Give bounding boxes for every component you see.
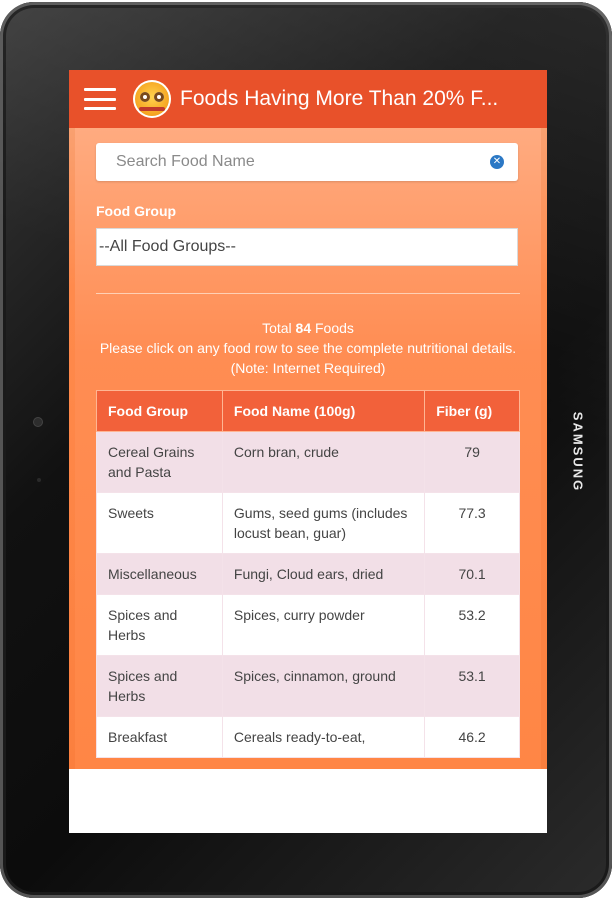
page-title: Foods Having More Than 20% F...: [180, 87, 499, 110]
total-count: 84: [295, 320, 312, 336]
cell-food-name: Spices, curry powder: [221, 594, 426, 656]
cell-food-name: Gums, seed gums (includes locust bean, g…: [221, 492, 426, 554]
content-panel: ✕ Food Group --All Food Groups-- Total 8…: [75, 128, 541, 769]
header-food-name[interactable]: Food Name (100g): [221, 390, 426, 432]
clear-search-icon[interactable]: ✕: [490, 155, 504, 169]
cell-food-name: Spices, cinnamon, ground: [221, 655, 426, 717]
cell-food-name: Corn bran, crude: [221, 431, 426, 493]
foods-table: Food Group Food Name (100g) Fiber (g) Ce…: [96, 390, 520, 758]
table-header-row: Food Group Food Name (100g) Fiber (g): [96, 390, 520, 432]
cell-food-group: Breakfast: [96, 716, 223, 758]
cell-food-group: Cereal Grains and Pasta: [96, 431, 223, 493]
table-row[interactable]: Spices and Herbs Spices, cinnamon, groun…: [96, 655, 520, 717]
food-group-label: Food Group: [96, 203, 177, 219]
cell-fiber: 53.1: [424, 655, 520, 717]
divider: [96, 293, 520, 294]
total-prefix: Total: [262, 320, 292, 336]
cell-fiber: 70.1: [424, 553, 520, 595]
food-group-select[interactable]: --All Food Groups--: [96, 228, 518, 266]
total-suffix: Foods: [315, 320, 354, 336]
cell-fiber: 53.2: [424, 594, 520, 656]
cell-food-group: Sweets: [96, 492, 223, 554]
table-row[interactable]: Sweets Gums, seed gums (includes locust …: [96, 492, 520, 554]
sensor-dot: [37, 478, 41, 482]
header-food-group[interactable]: Food Group: [96, 390, 223, 432]
instruction-note: Please click on any food row to see the …: [99, 340, 517, 376]
table-row[interactable]: Cereal Grains and Pasta Corn bran, crude…: [96, 431, 520, 493]
device-brand: SAMSUNG: [570, 411, 586, 493]
cell-food-name: Cereals ready-to-eat,: [221, 716, 426, 758]
total-foods: Total 84 Foods: [75, 318, 541, 338]
app-logo-icon: [133, 80, 171, 118]
search-input[interactable]: [114, 152, 488, 172]
cell-food-group: Miscellaneous: [96, 553, 223, 595]
cell-fiber: 79: [424, 431, 520, 493]
tablet-frame: SAMSUNG Foods Having More Than 20% F... …: [0, 2, 612, 898]
app-bar: Foods Having More Than 20% F...: [69, 70, 547, 128]
table-row[interactable]: Spices and Herbs Spices, curry powder 53…: [96, 594, 520, 656]
hamburger-menu-icon[interactable]: [84, 88, 116, 110]
header-fiber[interactable]: Fiber (g): [424, 390, 520, 432]
cell-food-group: Spices and Herbs: [96, 594, 223, 656]
main-content: ✕ Food Group --All Food Groups-- Total 8…: [69, 128, 547, 769]
search-box: ✕: [96, 143, 518, 181]
cell-food-name: Fungi, Cloud ears, dried: [221, 553, 426, 595]
cell-fiber: 77.3: [424, 492, 520, 554]
table-row[interactable]: Breakfast Cereals ready-to-eat, 46.2: [96, 716, 520, 758]
camera-icon: [34, 418, 42, 426]
screen: Foods Having More Than 20% F... ✕ Food G…: [69, 70, 547, 833]
cell-fiber: 46.2: [424, 716, 520, 758]
cell-food-group: Spices and Herbs: [96, 655, 223, 717]
table-row[interactable]: Miscellaneous Fungi, Cloud ears, dried 7…: [96, 553, 520, 595]
